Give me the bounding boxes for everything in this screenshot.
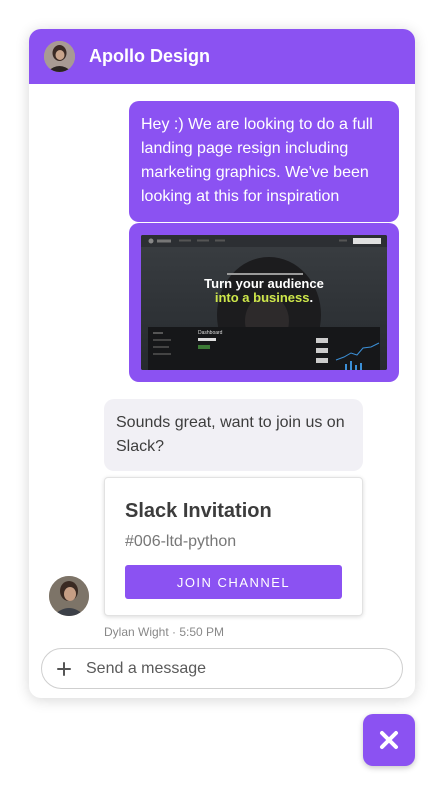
chat-header: Apollo Design [29, 29, 415, 84]
card-title: Slack Invitation [125, 500, 272, 522]
screenshot-headline: Turn your audience into a business. [141, 277, 387, 305]
user-message-bubble: Hey :) We are looking to do a full landi… [129, 101, 399, 222]
headline-line-2: into a business. [141, 291, 387, 305]
agent-avatar [49, 576, 89, 616]
agent-avatar-photo [49, 576, 89, 616]
chat-widget: Apollo Design Hey :) We are looking to d… [29, 29, 415, 698]
message-meta: Dylan Wight · 5:50 PM [104, 625, 225, 639]
message-input[interactable] [86, 659, 376, 678]
headline-line-1: Turn your audience [204, 276, 324, 291]
inspiration-screenshot[interactable]: Turn your audience into a business. Dash… [141, 235, 387, 370]
header-avatar [44, 41, 75, 72]
screenshot-panel-title: Dashboard [198, 330, 223, 336]
slack-invitation-card: Slack Invitation #006-ltd-python JOIN CH… [104, 477, 363, 616]
close-chat-button[interactable] [363, 714, 415, 766]
avatar-photo [44, 41, 75, 72]
close-icon [380, 731, 398, 749]
headline-highlight: into a business [214, 290, 310, 305]
card-channel: #006-ltd-python [125, 533, 237, 550]
join-channel-button[interactable]: JOIN CHANNEL [125, 565, 342, 599]
message-composer[interactable] [41, 648, 403, 689]
image-attachment-bubble[interactable]: Turn your audience into a business. Dash… [129, 223, 399, 382]
agent-message-bubble: Sounds great, want to join us on Slack? [104, 399, 363, 471]
plus-icon[interactable] [57, 661, 71, 676]
headline-end: . [309, 290, 314, 305]
chat-title: Apollo Design [89, 46, 210, 66]
